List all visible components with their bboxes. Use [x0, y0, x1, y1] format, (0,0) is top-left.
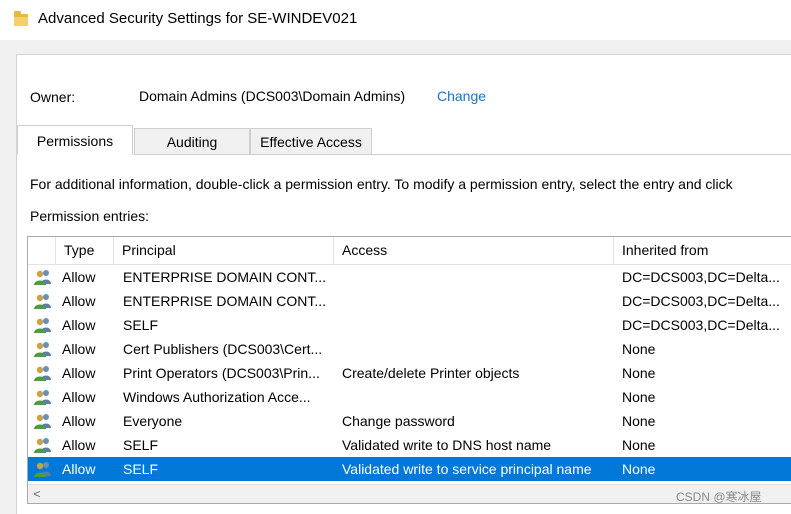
entry-access — [342, 385, 617, 409]
entry-principal: Print Operators (DCS003\Prin... — [123, 365, 320, 381]
entry-access — [342, 289, 617, 313]
info-text: For additional information, double-click… — [30, 176, 733, 192]
entry-principal: SELF — [123, 437, 159, 453]
user-group-icon — [32, 409, 54, 433]
user-group-icon — [32, 433, 54, 457]
user-group-icon — [32, 361, 54, 385]
entry-access: Validated write to service principal nam… — [342, 461, 592, 477]
tab-permissions[interactable]: Permissions — [17, 125, 133, 155]
entry-inherited-from: None — [622, 365, 656, 381]
entry-type: Allow — [62, 341, 96, 357]
entry-principal: ENTERPRISE DOMAIN CONT... — [123, 269, 327, 285]
entry-principal: SELF — [123, 317, 159, 333]
entry-inherited-from: DC=DCS003,DC=Delta... — [622, 317, 780, 333]
change-owner-link[interactable]: Change — [437, 88, 486, 104]
tab-auditing[interactable]: Auditing — [134, 128, 250, 155]
owner-label: Owner: — [30, 89, 76, 105]
user-group-icon — [32, 265, 54, 289]
entry-principal: SELF — [123, 461, 159, 477]
table-row[interactable]: Allow ENTERPRISE DOMAIN CONT... DC=DCS003,… — [28, 265, 791, 289]
entry-type: Allow — [62, 365, 96, 381]
permission-entries-list[interactable]: Type Principal Access Inherited from All… — [27, 236, 791, 504]
entry-access — [342, 337, 617, 361]
table-row[interactable]: Allow Cert Publishers (DCS003\Cert... None — [28, 337, 791, 361]
table-row[interactable]: Allow SELF DC=DCS003,DC=Delta... — [28, 313, 791, 337]
scroll-left-arrow-icon[interactable]: < — [30, 487, 44, 501]
entry-type: Allow — [62, 437, 96, 453]
entry-inherited-from: DC=DCS003,DC=Delta... — [622, 293, 780, 309]
header-type[interactable]: Type — [56, 237, 114, 264]
entry-inherited-from: None — [622, 461, 656, 477]
entry-type: Allow — [62, 293, 96, 309]
entry-type: Allow — [62, 413, 96, 429]
table-row[interactable]: Allow Everyone Change password None — [28, 409, 791, 433]
entry-principal: ENTERPRISE DOMAIN CONT... — [123, 293, 327, 309]
header-access[interactable]: Access — [334, 237, 614, 264]
entry-inherited-from: None — [622, 413, 656, 429]
user-group-icon — [32, 457, 54, 481]
folder-icon — [14, 11, 28, 26]
entry-inherited-from: DC=DCS003,DC=Delta... — [622, 269, 780, 285]
table-row[interactable]: Allow SELF Validated write to DNS host nam… — [28, 433, 791, 457]
entry-access — [342, 265, 617, 289]
table-row[interactable]: Allow SELF Validated write to service prin… — [28, 457, 791, 481]
user-group-icon — [32, 289, 54, 313]
user-group-icon — [32, 337, 54, 361]
watermark: CSDN @寒冰屋 — [676, 490, 762, 504]
table-row[interactable]: Allow Windows Authorization Acce... None — [28, 385, 791, 409]
title-bar: Advanced Security Settings for SE-WINDEV… — [0, 0, 791, 40]
entry-type: Allow — [62, 269, 96, 285]
entry-principal: Cert Publishers (DCS003\Cert... — [123, 341, 323, 357]
header-inherited-from[interactable]: Inherited from — [614, 237, 791, 264]
user-group-icon — [32, 385, 54, 409]
window-title: Advanced Security Settings for SE-WINDEV… — [38, 10, 358, 27]
table-row[interactable]: Allow Print Operators (DCS003\Prin... Crea… — [28, 361, 791, 385]
permission-entries-label: Permission entries: — [30, 208, 150, 224]
list-header: Type Principal Access Inherited from — [28, 237, 791, 265]
entry-type: Allow — [62, 317, 96, 333]
entry-access: Create/delete Printer objects — [342, 365, 520, 381]
header-principal[interactable]: Principal — [114, 237, 334, 264]
entry-inherited-from: None — [622, 389, 656, 405]
tab-effective-access[interactable]: Effective Access — [250, 128, 372, 155]
entry-access — [342, 313, 617, 337]
table-row[interactable]: Allow ENTERPRISE DOMAIN CONT... DC=DCS003,… — [28, 289, 791, 313]
entry-principal: Windows Authorization Acce... — [123, 389, 311, 405]
entry-principal: Everyone — [123, 413, 183, 429]
entry-access: Validated write to DNS host name — [342, 437, 552, 453]
entry-access: Change password — [342, 413, 455, 429]
user-group-icon — [32, 313, 54, 337]
owner-value: Domain Admins (DCS003\Domain Admins) — [139, 88, 406, 104]
entry-type: Allow — [62, 389, 96, 405]
entry-inherited-from: None — [622, 437, 656, 453]
entry-type: Allow — [62, 461, 96, 477]
header-icon-column — [28, 237, 56, 264]
entry-inherited-from: None — [622, 341, 656, 357]
